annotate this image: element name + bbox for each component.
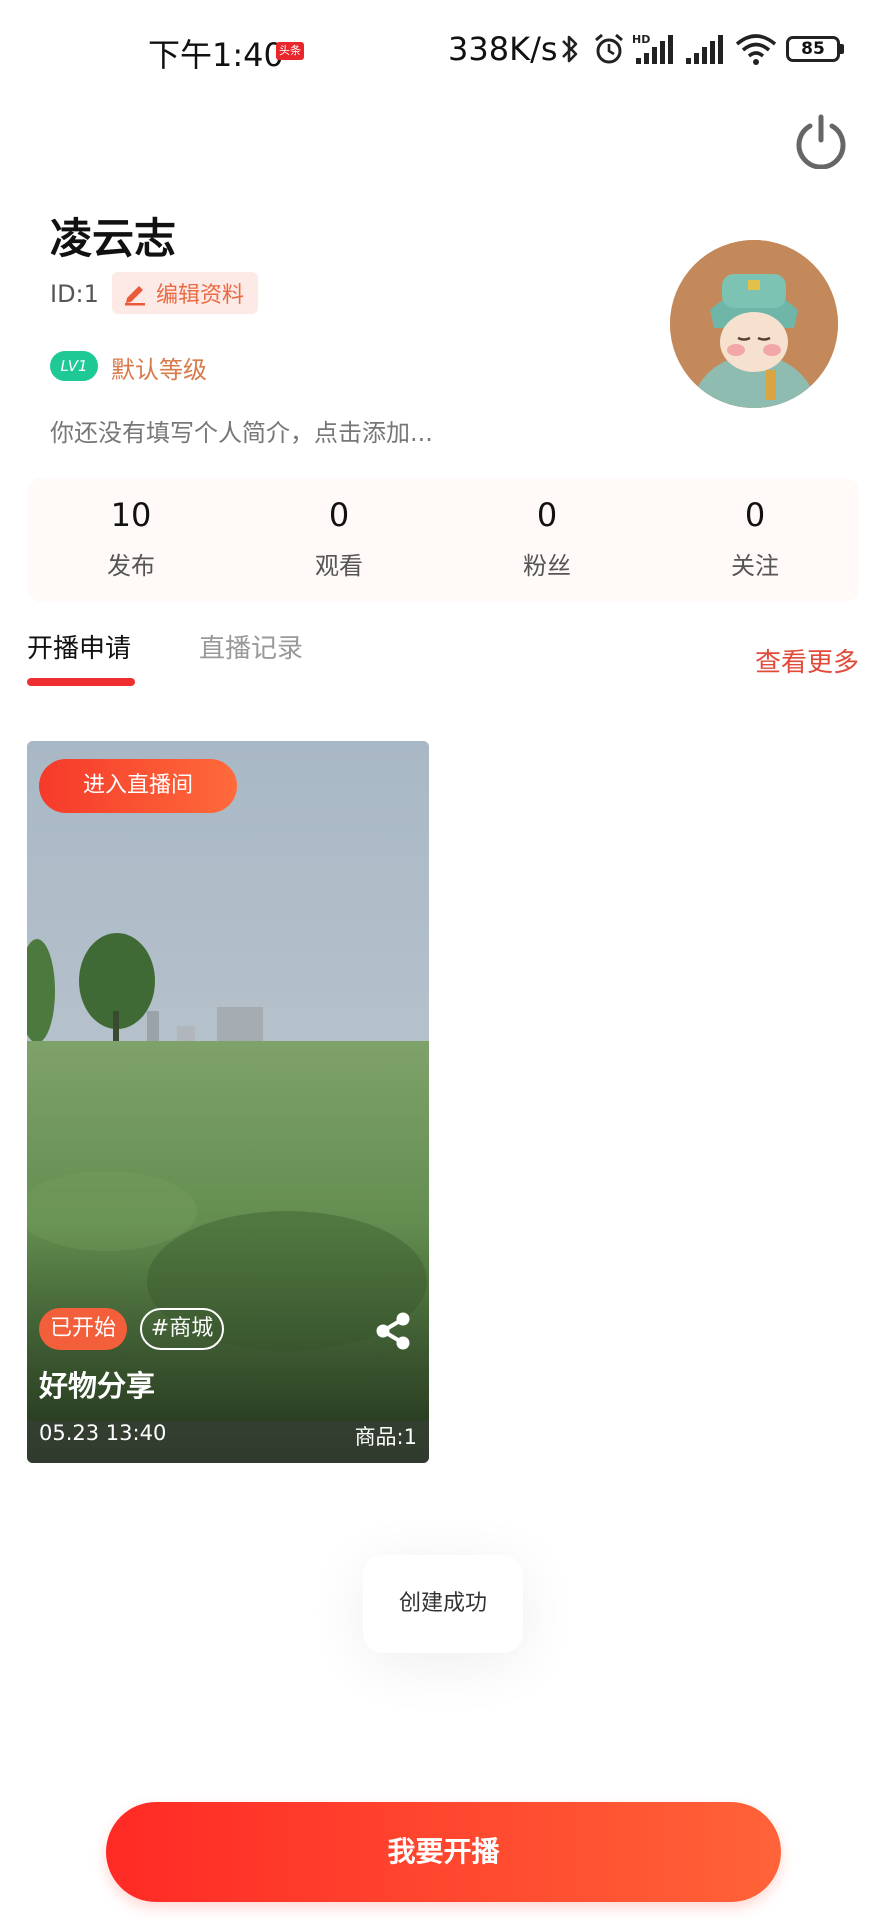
battery-icon: 85	[786, 36, 840, 62]
battery-tip	[840, 44, 844, 54]
tag-badge[interactable]: #商城	[140, 1308, 224, 1350]
tab-live-apply[interactable]: 开播申请	[27, 628, 131, 665]
live-date: 05.23 13:40	[39, 1421, 167, 1445]
tab-live-records[interactable]: 直播记录	[199, 628, 303, 665]
enter-live-room-button[interactable]: 进入直播间	[39, 759, 237, 813]
stat-publish[interactable]: 10 发布	[27, 478, 235, 602]
avatar-image	[670, 240, 838, 408]
live-card[interactable]: 进入直播间 已开始 #商城 好物分享 05.23 13:40 商品:1	[27, 741, 429, 1463]
svg-text:HD: HD	[632, 33, 650, 46]
see-more-link[interactable]: 查看更多	[755, 642, 859, 679]
avatar[interactable]	[670, 240, 838, 408]
status-badge: 已开始	[39, 1308, 127, 1350]
signal-hd-icon: HD	[632, 33, 673, 64]
tab-active-indicator	[27, 678, 135, 686]
stats-panel: 10 发布 0 观看 0 粉丝 0 关注	[27, 478, 859, 602]
stat-fans[interactable]: 0 粉丝	[443, 478, 651, 602]
user-id: ID:1	[50, 280, 99, 308]
level-badge: LV1	[50, 351, 98, 381]
stat-views[interactable]: 0 观看	[235, 478, 443, 602]
stat-following[interactable]: 0 关注	[651, 478, 859, 602]
live-goods-count: 商品:1	[354, 1425, 417, 1449]
power-icon[interactable]	[793, 113, 849, 169]
live-title: 好物分享	[39, 1369, 156, 1403]
stat-value: 0	[536, 496, 558, 534]
status-bar: 下午1:40 头条 338K/s HD 85	[0, 0, 886, 100]
stat-value: 10	[110, 496, 152, 534]
edit-profile-label: 编辑资料	[156, 283, 245, 308]
wifi-icon	[735, 34, 777, 65]
app-badge: 头条	[276, 42, 304, 60]
stat-label: 观看	[315, 552, 363, 580]
status-time: 下午1:40	[148, 36, 284, 74]
go-live-button[interactable]: 我要开播	[106, 1802, 781, 1902]
user-name: 凌云志	[50, 214, 177, 263]
net-speed: 338K/s	[448, 30, 558, 68]
stat-value: 0	[744, 496, 766, 534]
edit-profile-button[interactable]: 编辑资料	[112, 272, 258, 314]
tab-bar: 开播申请 直播记录 查看更多	[27, 628, 859, 688]
bluetooth-icon	[562, 35, 578, 63]
user-bio[interactable]: 你还没有填写个人简介，点击添加...	[50, 413, 433, 448]
toast-message: 创建成功	[363, 1555, 523, 1653]
live-cover-image	[27, 741, 429, 1463]
stat-value: 0	[328, 496, 350, 534]
stat-label: 发布	[107, 552, 155, 580]
share-icon[interactable]	[373, 1311, 413, 1351]
level-name: 默认等级	[111, 356, 207, 384]
stat-label: 粉丝	[523, 552, 571, 580]
pencil-icon	[125, 286, 145, 306]
signal-icon	[686, 35, 723, 64]
stat-label: 关注	[731, 552, 779, 580]
alarm-icon	[595, 33, 623, 64]
